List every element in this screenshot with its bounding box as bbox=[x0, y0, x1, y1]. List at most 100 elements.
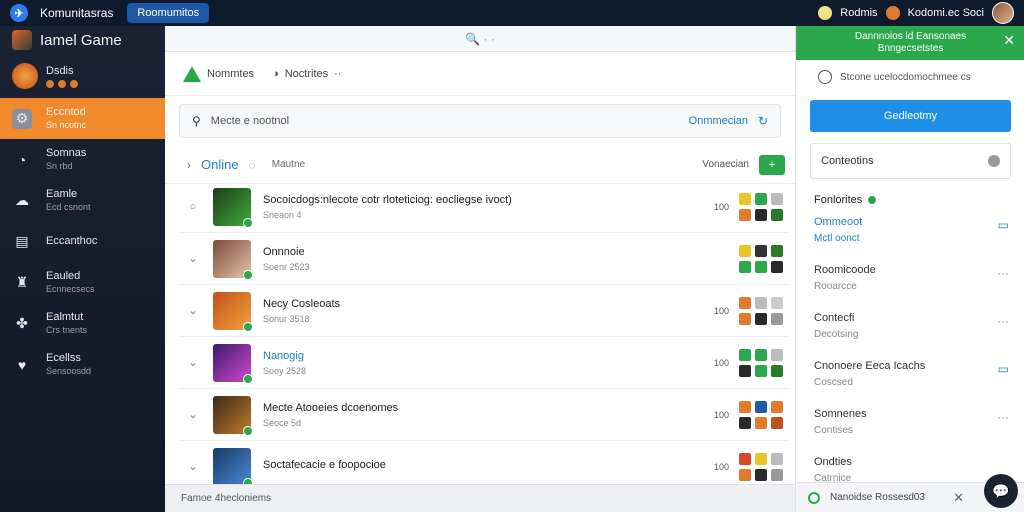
sidebar-item-6[interactable]: ♥ Ecellss Sensoosdd bbox=[0, 344, 165, 385]
status-tile-icon[interactable] bbox=[755, 348, 767, 361]
status-tile-icon[interactable] bbox=[739, 296, 751, 309]
status-tile-icon[interactable] bbox=[771, 452, 783, 465]
window-icon[interactable]: ▭ bbox=[998, 218, 1009, 232]
chevron-down-icon[interactable]: ⌄ bbox=[179, 304, 207, 317]
status-tile-icon[interactable] bbox=[755, 192, 767, 205]
status-tile-icon[interactable] bbox=[739, 192, 751, 205]
window-icon[interactable]: ▭ bbox=[998, 362, 1009, 376]
status-tile-icon[interactable] bbox=[739, 364, 751, 377]
status-tile-icon[interactable] bbox=[771, 260, 783, 273]
item-title[interactable]: Nanogig bbox=[263, 350, 705, 362]
status-tile-icon[interactable] bbox=[771, 244, 783, 257]
top-right-label-2[interactable]: Kodomi.ec Soci bbox=[908, 7, 984, 19]
status-tile-icon[interactable] bbox=[755, 364, 767, 377]
favorite-title[interactable]: Roomicoode bbox=[814, 264, 1009, 276]
status-tile-icon[interactable] bbox=[771, 312, 783, 325]
refresh-icon[interactable]: ↻ bbox=[758, 114, 768, 128]
sidebar-user[interactable]: Dsdis bbox=[0, 54, 165, 98]
search-field[interactable]: ⚲ Mecte e nootnol Onmmecian ↻ bbox=[179, 104, 781, 138]
status-tile-icon[interactable] bbox=[739, 260, 751, 273]
item-title[interactable]: Necy Cosleoats bbox=[263, 298, 705, 310]
status-tile-icon[interactable] bbox=[739, 468, 751, 481]
status-tile-icon[interactable] bbox=[755, 312, 767, 325]
status-tile-icon[interactable] bbox=[739, 244, 751, 257]
status-tile-icon[interactable] bbox=[771, 468, 783, 481]
status-tile-icon[interactable] bbox=[771, 400, 783, 413]
status-tile-icon[interactable] bbox=[771, 192, 783, 205]
top-right-label-1[interactable]: Rodmis bbox=[840, 7, 877, 19]
status-tile-icon[interactable] bbox=[755, 416, 767, 429]
chevron-down-icon[interactable]: ⌄ bbox=[179, 408, 207, 421]
search-input[interactable]: Mecte e nootnol bbox=[211, 115, 679, 127]
status-tile-icon[interactable] bbox=[739, 312, 751, 325]
more-icon[interactable]: ··· bbox=[997, 410, 1009, 424]
item-title[interactable]: Soctafecacie e foopocioe bbox=[263, 459, 705, 471]
status-tile-icon[interactable] bbox=[771, 208, 783, 221]
status-tile-icon[interactable] bbox=[771, 296, 783, 309]
status-tile-icon[interactable] bbox=[755, 400, 767, 413]
search-link[interactable]: Onmmecian bbox=[689, 115, 748, 127]
close-icon[interactable]: ✕ bbox=[953, 490, 964, 506]
item-title[interactable]: Mecte Atooeies dcoenomes bbox=[263, 402, 705, 414]
status-tile-icon[interactable] bbox=[739, 348, 751, 361]
status-tile-icon[interactable] bbox=[739, 452, 751, 465]
sidebar-item-3[interactable]: ▤ Eccanthoc bbox=[0, 221, 165, 262]
status-tile-icon[interactable] bbox=[739, 416, 751, 429]
list-item[interactable]: ⌄ Nanogig Sooy 2528 100 bbox=[179, 337, 789, 389]
status-tile-icon[interactable] bbox=[755, 452, 767, 465]
list-item[interactable]: ○ Socoicdogs:nlecote cotr rloteticiog: eo… bbox=[179, 181, 789, 233]
top-search-bar[interactable]: 🔍 · · bbox=[165, 26, 795, 52]
status-tile-icon[interactable] bbox=[755, 244, 767, 257]
chevron-down-icon[interactable]: ⌄ bbox=[179, 252, 207, 265]
favorite-title[interactable]: Contecfi bbox=[814, 312, 1009, 324]
favorite-title[interactable]: Ommeoot bbox=[814, 216, 1009, 228]
sidebar-item-2[interactable]: ☁ Eamle Ecd csnont bbox=[0, 180, 165, 221]
sidebar-item-4[interactable]: ♜ Eauled Ecnnecsecs bbox=[0, 262, 165, 303]
favorite-item[interactable]: Ommeoot Mctl oonct ▭ bbox=[814, 216, 1009, 244]
app-logo-icon[interactable]: ✈ bbox=[10, 4, 28, 22]
tab-roomumitos[interactable]: Roomumitos bbox=[127, 3, 210, 23]
status-tile-icon[interactable] bbox=[739, 208, 751, 221]
favorite-item[interactable]: Ondties Catrnice bbox=[814, 456, 1009, 484]
chat-button[interactable]: 💬 bbox=[984, 474, 1018, 508]
radio-icon[interactable]: ○ bbox=[179, 201, 207, 213]
favorite-item[interactable]: Roomicoode Rooarcce ··· bbox=[814, 264, 1009, 292]
status-tile-icon[interactable] bbox=[771, 364, 783, 377]
status-tile-icon[interactable] bbox=[755, 208, 767, 221]
filter-icon[interactable]: ◌ bbox=[249, 158, 256, 172]
tab-nommtes[interactable]: Nommtes bbox=[183, 65, 254, 82]
chevron-down-icon[interactable]: ⌄ bbox=[179, 356, 207, 369]
sidebar-item-0[interactable]: ⚙ Eccntod Sn ncotnc bbox=[0, 98, 165, 139]
tab-noctrites[interactable]: ◑ Noctrites ·· bbox=[272, 68, 341, 80]
favorite-item[interactable]: Cnonoere Eeca Icachs Coscsed ▭ bbox=[814, 360, 1009, 388]
sidebar-item-1[interactable]: ◔ Somnas Sn rbd bbox=[0, 139, 165, 180]
chevron-down-icon[interactable]: ⌄ bbox=[179, 460, 207, 473]
favorite-title[interactable]: Ondties bbox=[814, 456, 1009, 468]
list-item[interactable]: ⌄ Necy Cosleoats Sonur 3518 100 bbox=[179, 285, 789, 337]
more-icon[interactable]: ··· bbox=[997, 266, 1009, 280]
contacts-box[interactable]: Conteotins bbox=[810, 143, 1011, 179]
favorite-item[interactable]: Contecfi Decotsing ··· bbox=[814, 312, 1009, 340]
more-icon[interactable]: ··· bbox=[997, 314, 1009, 328]
notification-banner[interactable]: Dannnoios ld Eansonaes Bnngecsetstes ✕ bbox=[796, 26, 1024, 60]
sidebar-item-5[interactable]: ✤ Ealmtut Crs tnents bbox=[0, 303, 165, 344]
status-tile-icon[interactable] bbox=[771, 416, 783, 429]
favorite-title[interactable]: Cnonoere Eeca Icachs bbox=[814, 360, 1009, 372]
item-title[interactable]: Socoicdogs:nlecote cotr rloteticiog: eoc… bbox=[263, 194, 705, 206]
favorite-item[interactable]: Somnenes Contises ··· bbox=[814, 408, 1009, 436]
online-label[interactable]: Online bbox=[201, 157, 239, 172]
favorite-title[interactable]: Somnenes bbox=[814, 408, 1009, 420]
status-tile-icon[interactable] bbox=[771, 348, 783, 361]
add-button[interactable]: + bbox=[759, 154, 785, 175]
status-tile-icon[interactable] bbox=[739, 400, 751, 413]
list-item[interactable]: ⌄ Mecte Atooeies dcoenomes Seoce 5d 100 bbox=[179, 389, 789, 441]
status-tile-icon[interactable] bbox=[755, 296, 767, 309]
list-item[interactable]: ⌄ Onnnoie Soenr 2523 bbox=[179, 233, 789, 285]
user-avatar[interactable] bbox=[992, 2, 1014, 24]
primary-button[interactable]: Gedleotmy bbox=[810, 100, 1011, 132]
chevron-right-icon[interactable]: › bbox=[187, 158, 191, 172]
close-icon[interactable]: ✕ bbox=[1003, 33, 1015, 47]
status-tile-icon[interactable] bbox=[755, 260, 767, 273]
status-tile-icon[interactable] bbox=[755, 468, 767, 481]
item-title[interactable]: Onnnoie bbox=[263, 246, 705, 258]
